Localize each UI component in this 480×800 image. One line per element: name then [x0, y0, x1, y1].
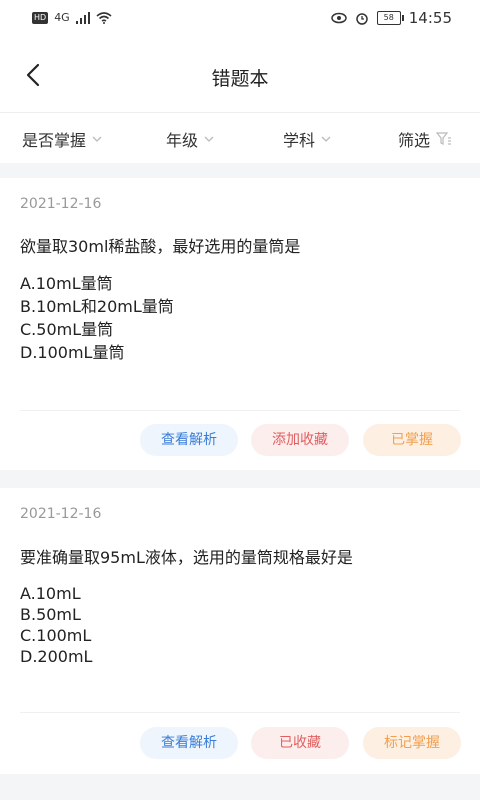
eye-icon — [331, 12, 347, 24]
status-right: 58 14:55 — [331, 9, 452, 27]
status-bar: HD 4G 58 14:55 — [0, 0, 480, 40]
mark-mastered-button[interactable]: 标记掌握 — [363, 727, 461, 759]
view-analysis-button[interactable]: 查看解析 — [140, 424, 238, 456]
option-d: D.100mL量筒 — [20, 343, 125, 362]
question-options: A.10mL量筒 B.10mL和20mL量筒 C.50mL量筒 D.100mL量… — [20, 272, 174, 364]
question-card: 2021-12-16 要准确量取95mL液体，选用的量筒规格最好是 A.10mL… — [0, 488, 480, 774]
chevron-down-icon — [321, 136, 331, 142]
filter-grade-label: 年级 — [166, 131, 199, 150]
chevron-down-icon — [92, 136, 102, 142]
question-text: 要准确量取95mL液体，选用的量筒规格最好是 — [20, 548, 353, 567]
filter-screen[interactable]: 筛选 — [398, 127, 452, 151]
mastered-button[interactable]: 已掌握 — [363, 424, 461, 456]
option-a: A.10mL — [20, 584, 81, 603]
chevron-down-icon — [204, 136, 214, 142]
filter-mastery[interactable]: 是否掌握 — [22, 127, 102, 151]
signal-icon — [75, 11, 90, 24]
add-favorite-button[interactable]: 添加收藏 — [251, 424, 349, 456]
filter-grade[interactable]: 年级 — [166, 127, 214, 151]
option-d: D.200mL — [20, 647, 93, 666]
alarm-icon — [356, 13, 368, 25]
favorited-button[interactable]: 已收藏 — [251, 727, 349, 759]
status-left: HD 4G — [32, 11, 112, 24]
option-b: B.10mL和20mL量筒 — [20, 297, 174, 316]
filter-bar: 是否掌握 年级 学科 筛选 — [0, 112, 480, 163]
option-c: C.50mL量筒 — [20, 320, 114, 339]
divider — [20, 712, 460, 713]
filter-subject[interactable]: 学科 — [283, 127, 331, 151]
option-b: B.50mL — [20, 605, 81, 624]
nav-bar: 错题本 — [0, 40, 480, 112]
question-options: A.10mL B.50mL C.100mL D.200mL — [20, 583, 92, 667]
clock-time: 14:55 — [408, 9, 452, 27]
view-analysis-button[interactable]: 查看解析 — [140, 727, 238, 759]
page-title: 错题本 — [211, 68, 269, 90]
option-a: A.10mL量筒 — [20, 274, 113, 293]
question-date: 2021-12-16 — [20, 506, 102, 522]
question-card: 2021-12-16 欲量取30ml稀盐酸，最好选用的量筒是 A.10mL量筒 … — [0, 178, 480, 470]
funnel-icon — [436, 132, 452, 145]
divider — [20, 410, 460, 411]
filter-subject-label: 学科 — [283, 131, 316, 150]
question-date: 2021-12-16 — [20, 196, 102, 212]
network-label: 4G — [54, 11, 70, 24]
filter-screen-label: 筛选 — [398, 131, 431, 150]
option-c: C.100mL — [20, 626, 92, 645]
question-text: 欲量取30ml稀盐酸，最好选用的量筒是 — [20, 237, 301, 256]
battery-icon: 58 — [376, 11, 404, 25]
filter-mastery-label: 是否掌握 — [22, 131, 87, 150]
hd-badge: HD — [32, 11, 49, 24]
wifi-icon — [96, 11, 112, 24]
